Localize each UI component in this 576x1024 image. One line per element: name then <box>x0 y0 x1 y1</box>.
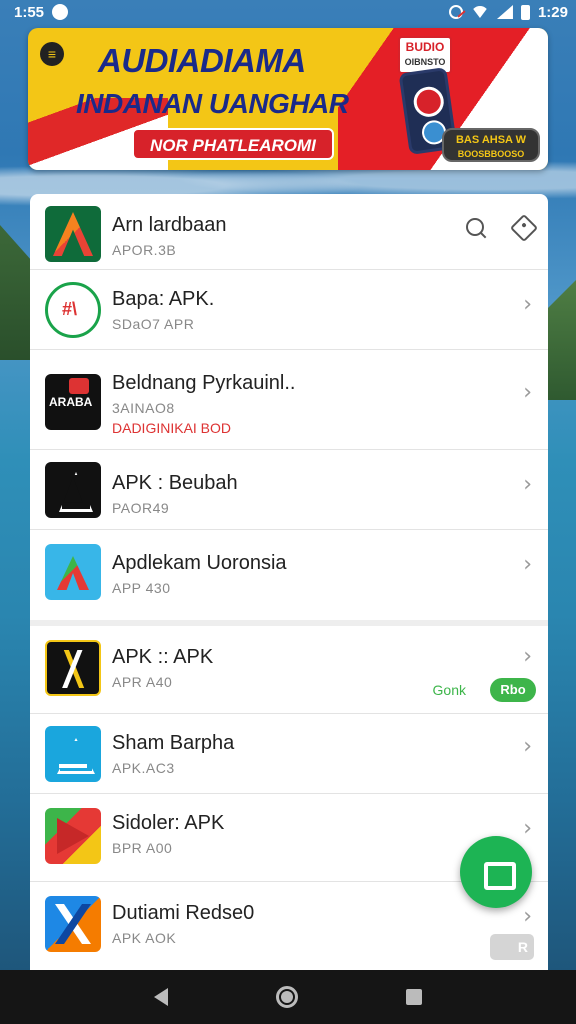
app-name: APK : Beubah <box>112 472 238 494</box>
navigation-bar <box>0 970 576 1024</box>
app-subtitle: SDaO7 APR <box>112 316 195 332</box>
play-logo-icon <box>45 808 101 864</box>
get-button[interactable]: Rbo <box>490 678 536 702</box>
status-icons: 1:29 <box>448 3 568 21</box>
app-subtitle: APP 430 <box>112 580 171 596</box>
signal-icon <box>496 5 513 19</box>
mini-badge[interactable]: R <box>490 934 534 960</box>
app-name: Dutiami Redse0 <box>112 902 255 924</box>
banner-title: AUDIADIAMA <box>98 42 306 79</box>
app-subtitle: APK AOK <box>112 930 177 946</box>
banner-cta-top: BAS AHSA W <box>455 134 527 146</box>
triangle-logo-icon <box>45 462 101 518</box>
list-item[interactable]: Bapa: APK. SDaO7 APR › <box>30 270 548 350</box>
back-icon[interactable] <box>154 988 168 1006</box>
app-name: Bapa: APK. <box>112 288 215 310</box>
app-name: Arn lardbaan <box>112 214 227 236</box>
list-item[interactable]: Sham Barpha APK.AC3 › <box>30 714 548 794</box>
status-bar: 1:55 1:29 <box>0 0 576 24</box>
app-subtitle: BPR A00 <box>112 840 173 856</box>
status-time: 1:55 <box>14 3 45 21</box>
banner-cta-button[interactable]: BAS AHSA W BOOSBBOOSO <box>442 128 540 162</box>
search-icon[interactable] <box>466 218 488 240</box>
banner-cta-bottom: BOOSBBOOSO <box>457 149 525 159</box>
a-logo-icon <box>45 206 101 262</box>
wifi-icon <box>470 6 489 18</box>
chevron-right-icon: › <box>523 472 532 497</box>
app-subtitle: PAOR49 <box>112 500 170 516</box>
araba-logo-icon <box>45 374 101 430</box>
app-name: Apdlekam Uoronsia <box>112 552 287 574</box>
battery-icon <box>520 4 530 20</box>
maps-logo-icon <box>45 544 101 600</box>
header-actions <box>466 213 539 243</box>
cross-logo-icon <box>45 640 101 696</box>
chevron-right-icon: › <box>523 380 532 405</box>
app-name: Sidoler: APK <box>112 812 225 834</box>
ad-banner[interactable]: ≡ AUDIADIAMA INDANAN UANGHAR NOR PHATLEA… <box>28 28 548 170</box>
chevron-right-icon: › <box>523 644 532 669</box>
app-name: Sham Barpha <box>112 732 235 754</box>
app-subtitle: 3AINAO8 <box>112 400 175 416</box>
home-icon[interactable] <box>276 986 298 1008</box>
prism-logo-icon <box>45 726 101 782</box>
get-label: Gonk <box>432 682 466 698</box>
app-name: APK :: APK <box>112 646 214 668</box>
alarm-icon <box>448 5 463 19</box>
x-logo-icon <box>45 896 101 952</box>
banner-promo-pill[interactable]: NOR PHATLEAROMI <box>132 128 334 160</box>
app-name: Beldnang Pyrkauinl.. <box>112 372 296 394</box>
chevron-right-icon: › <box>523 292 532 317</box>
chevron-right-icon: › <box>523 904 532 929</box>
app-subtitle: APK.AC3 <box>112 760 175 776</box>
banner-badge-top: BUDIO <box>405 40 445 54</box>
tag-icon[interactable] <box>509 213 539 243</box>
floating-action-button[interactable] <box>460 836 532 908</box>
banner-badge: BUDIO OIBNSTO <box>398 36 452 74</box>
close-icon[interactable]: ✕ <box>514 42 538 68</box>
list-item[interactable]: Arn lardbaan APOR.3B <box>30 194 548 270</box>
chevron-right-icon: › <box>523 552 532 577</box>
banner-logo-icon: ≡ <box>40 42 64 66</box>
chevron-right-icon: › <box>523 816 532 841</box>
circle-logo-icon <box>45 282 101 338</box>
status-clock-right: 1:29 <box>537 3 568 21</box>
banner-subtitle: INDANAN UANGHAR <box>76 88 349 119</box>
list-item[interactable]: Apdlekam Uoronsia APP 430 › <box>30 530 548 620</box>
app-subtitle: APOR.3B <box>112 242 177 258</box>
notification-icon <box>52 4 69 20</box>
list-item[interactable]: APK : Beubah PAOR49 › <box>30 450 548 530</box>
chevron-right-icon: › <box>523 734 532 759</box>
list-item[interactable]: Beldnang Pyrkauinl.. 3AINAO8 DADIGINIKAI… <box>30 350 548 450</box>
app-subtitle: APR A40 <box>112 674 173 690</box>
recent-apps-icon[interactable] <box>406 989 422 1005</box>
app-subtitle-secondary: DADIGINIKAI BOD <box>112 420 232 436</box>
list-item[interactable]: APK :: APK APR A40 › Gonk Rbo <box>30 626 548 714</box>
